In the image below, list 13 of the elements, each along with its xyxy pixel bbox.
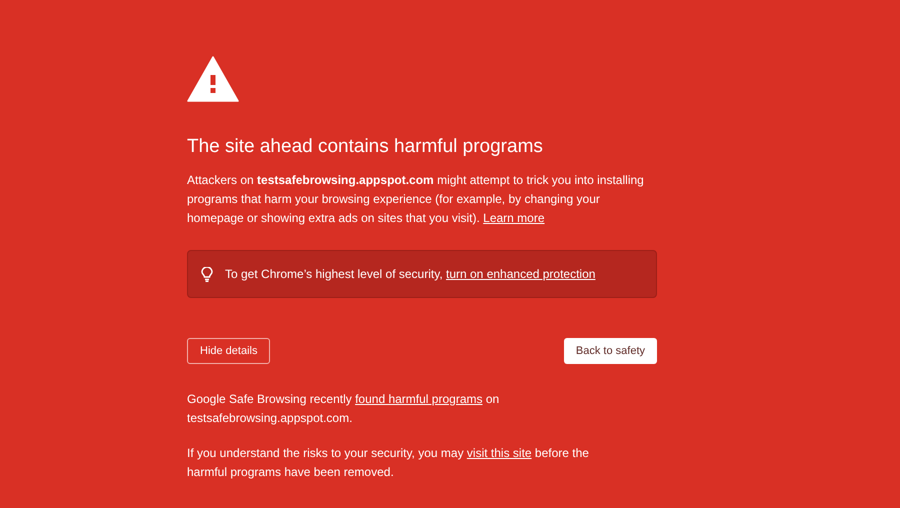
- link[interactable]: found harmful programs: [355, 392, 482, 406]
- tip-text: To get Chrome’s highest level of security, turn on enhanced protection: [225, 266, 596, 283]
- page-heading: The site ahead contains harmful programs: [187, 135, 544, 159]
- hide-details-button[interactable]: Hide details: [187, 338, 270, 364]
- warning-icon: [187, 56, 239, 102]
- back-to-safety-button[interactable]: Back to safety: [564, 338, 657, 364]
- link[interactable]: visit this site: [466, 446, 532, 460]
- details-paragraph: Google Safe Browsing recently found harmful programs on testsafebrowsing.appspot.com.: [187, 391, 500, 427]
- link[interactable]: Learn more: [483, 211, 545, 225]
- details-paragraph: If you understand the risks to your security, you may visit this site before the harmful programs have been removed.: [187, 445, 590, 481]
- intro-paragraph: Attackers on testsafebrowsing.appspot.com might attempt to trick you into installing programs that harm your browsing experience (for example, by changing your homepage or showing extra ads on sites that you visit). Learn more: [187, 172, 645, 227]
- link[interactable]: turn on enhanced protection: [446, 267, 596, 281]
- lightbulb-icon: [201, 266, 213, 282]
